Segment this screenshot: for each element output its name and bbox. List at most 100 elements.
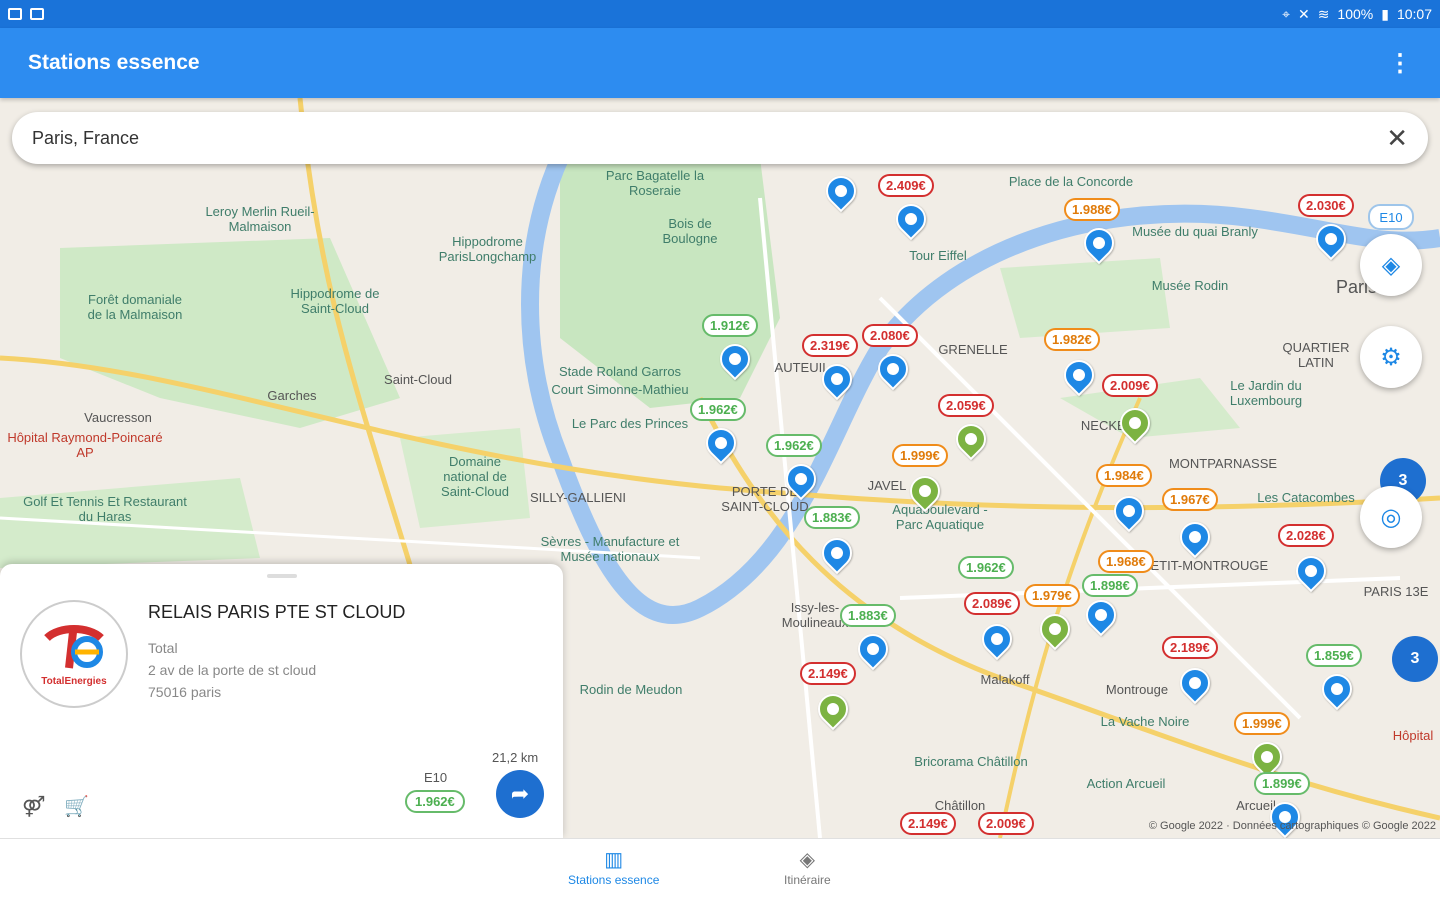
bottom-navigation: ▥ Stations essence ◈ Itinéraire xyxy=(0,838,1440,900)
price-tag[interactable]: 1.962€ xyxy=(958,556,1014,579)
price-tag[interactable]: 2.149€ xyxy=(900,812,956,835)
tab-label: Itinéraire xyxy=(784,873,831,887)
battery-icon: ▮ xyxy=(1381,5,1389,22)
map-icon: ▥ xyxy=(604,849,624,871)
map-label: Action Arcueil xyxy=(1086,776,1166,791)
map-label: Tour Eiffel xyxy=(909,248,967,263)
more-options-icon[interactable]: ⋮ xyxy=(1388,49,1412,78)
my-location-icon[interactable]: ◎ xyxy=(1360,486,1422,548)
price-tag[interactable]: 2.009€ xyxy=(978,812,1034,835)
price-tag[interactable]: 1.883€ xyxy=(840,604,896,627)
totalenergies-logo-icon xyxy=(44,624,104,668)
map-label: Place de la Concorde xyxy=(1008,174,1134,189)
map-label: Saint-Cloud xyxy=(384,372,452,387)
price-tag[interactable]: 1.962€ xyxy=(690,398,746,421)
brand-logo: TotalEnergies xyxy=(20,600,128,708)
map-label: Aquaboulevard - Parc Aquatique xyxy=(892,502,988,532)
app-title: Stations essence xyxy=(28,51,200,74)
price-tag[interactable]: 1.988€ xyxy=(1064,198,1120,221)
map-label: Golf Et Tennis Et Restaurant du Haras xyxy=(23,494,187,524)
restroom-icon: ⚤ xyxy=(22,796,46,818)
sheet-handle[interactable] xyxy=(267,574,297,578)
price-tag[interactable]: 2.319€ xyxy=(802,334,858,357)
price-tag[interactable]: 1.883€ xyxy=(804,506,860,529)
map-copyright: © Google 2022 · Données cartographiques … xyxy=(1148,820,1436,832)
map-label: Garches xyxy=(267,388,317,403)
tab-stations[interactable]: ▥ Stations essence xyxy=(568,847,659,887)
app-bar: Stations essence ⋮ xyxy=(0,28,1440,98)
map-label: Châtillon xyxy=(934,798,986,813)
map-label: Malakoff xyxy=(980,672,1030,687)
map-label: Musée Rodin xyxy=(1151,278,1229,293)
tab-itinerary[interactable]: ◈ Itinéraire xyxy=(784,847,831,887)
map-label: Montrouge xyxy=(1105,682,1169,697)
map-label: Stade Roland Garros xyxy=(558,364,682,379)
close-icon[interactable]: ✕ xyxy=(1386,123,1408,154)
map-label: Parc Bagatelle la Roseraie xyxy=(605,168,705,198)
price-tag[interactable]: 1.899€ xyxy=(1254,772,1310,795)
layers-icon[interactable]: ◈ xyxy=(1360,234,1422,296)
status-bar: ⌖ ✕ ≋ 100% ▮ 10:07 xyxy=(0,0,1440,28)
map-label: QUARTIER LATIN xyxy=(1282,340,1350,370)
price-tag[interactable]: 1.962€ xyxy=(766,434,822,457)
filter-icon[interactable]: ⚙ xyxy=(1360,326,1422,388)
station-address: 2 av de la porte de st cloud xyxy=(148,662,317,678)
fuel-type-chip[interactable]: E10 xyxy=(1368,204,1414,230)
station-name: RELAIS PARIS PTE ST CLOUD xyxy=(148,602,406,622)
map-label: Court Simonne-Mathieu xyxy=(551,382,689,397)
map-label: Bricorama Châtillon xyxy=(914,754,1028,769)
notification-icon xyxy=(30,8,44,20)
map-label: Forêt domaniale de la Malmaison xyxy=(87,292,183,322)
price-tag[interactable]: 1.982€ xyxy=(1044,328,1100,351)
search-bar[interactable]: Paris, France ✕ xyxy=(12,112,1428,164)
map-label: Rodin de Meudon xyxy=(579,682,683,697)
shop-cart-icon: 🛒 xyxy=(64,796,89,818)
price-tag[interactable]: 2.028€ xyxy=(1278,524,1334,547)
price-tag[interactable]: 1.967€ xyxy=(1162,488,1218,511)
cluster-marker[interactable]: 3 xyxy=(1392,636,1438,682)
price-tag[interactable]: 2.409€ xyxy=(878,174,934,197)
map-label: Hôpital xyxy=(1392,728,1434,743)
price-tag[interactable]: 2.149€ xyxy=(800,662,856,685)
station-detail-sheet[interactable]: TotalEnergies RELAIS PARIS PTE ST CLOUD … xyxy=(0,564,563,838)
map-label: GRENELLE xyxy=(938,342,1008,357)
map-label: PARIS 13E xyxy=(1363,584,1429,599)
price-tag[interactable]: 2.080€ xyxy=(862,324,918,347)
price-tag[interactable]: 2.030€ xyxy=(1298,194,1354,217)
map-label: PETIT-MONTROUGE xyxy=(1141,558,1269,573)
price-tag[interactable]: 2.189€ xyxy=(1162,636,1218,659)
map-label: Bois de Boulogne xyxy=(662,216,718,246)
mute-icon: ✕ xyxy=(1297,5,1310,22)
price-tag[interactable]: 1.999€ xyxy=(1234,712,1290,735)
clock: 10:07 xyxy=(1396,6,1432,22)
price-tag[interactable]: 2.059€ xyxy=(938,394,994,417)
map-label: Hôpital Raymond-Poincaré AP xyxy=(7,430,163,460)
price-tag[interactable]: 2.089€ xyxy=(964,592,1020,615)
directions-icon: ➦ xyxy=(510,781,530,806)
map-label: Les Catacombes xyxy=(1257,490,1355,505)
price-tag[interactable]: 1.979€ xyxy=(1024,584,1080,607)
distance: 21,2 km xyxy=(492,750,539,765)
station-brand: Total xyxy=(148,640,178,656)
map-label: SILLY-GALLIENI xyxy=(529,490,627,505)
directions-button[interactable]: ➦ xyxy=(496,770,544,818)
price-tag[interactable]: 1.968€ xyxy=(1098,550,1154,573)
wifi-icon: ≋ xyxy=(1317,5,1330,22)
map-label: Hippodrome de Saint-Cloud xyxy=(290,286,380,316)
map-label: La Vache Noire xyxy=(1100,714,1190,729)
map-label: JAVEL xyxy=(867,478,907,493)
fuel-price: 1.962€ xyxy=(405,790,465,813)
price-tag[interactable]: 1.898€ xyxy=(1082,574,1138,597)
map-label: Sèvres - Manufacture et Musée nationaux xyxy=(540,534,680,564)
location-icon: ⌖ xyxy=(1282,5,1290,22)
brand-logo-text: TotalEnergies xyxy=(41,675,107,687)
price-tag[interactable]: 1.912€ xyxy=(702,314,758,337)
price-tag[interactable]: 1.859€ xyxy=(1306,644,1362,667)
map-label: Domaine national de Saint-Cloud xyxy=(441,454,509,499)
price-tag[interactable]: 2.009€ xyxy=(1102,374,1158,397)
search-input[interactable]: Paris, France xyxy=(32,128,139,149)
price-tag[interactable]: 1.984€ xyxy=(1096,464,1152,487)
price-tag[interactable]: 1.999€ xyxy=(892,444,948,467)
map-label: Musée du quai Branly xyxy=(1132,224,1258,239)
map-label: Hippodrome ParisLongchamp xyxy=(438,234,537,264)
